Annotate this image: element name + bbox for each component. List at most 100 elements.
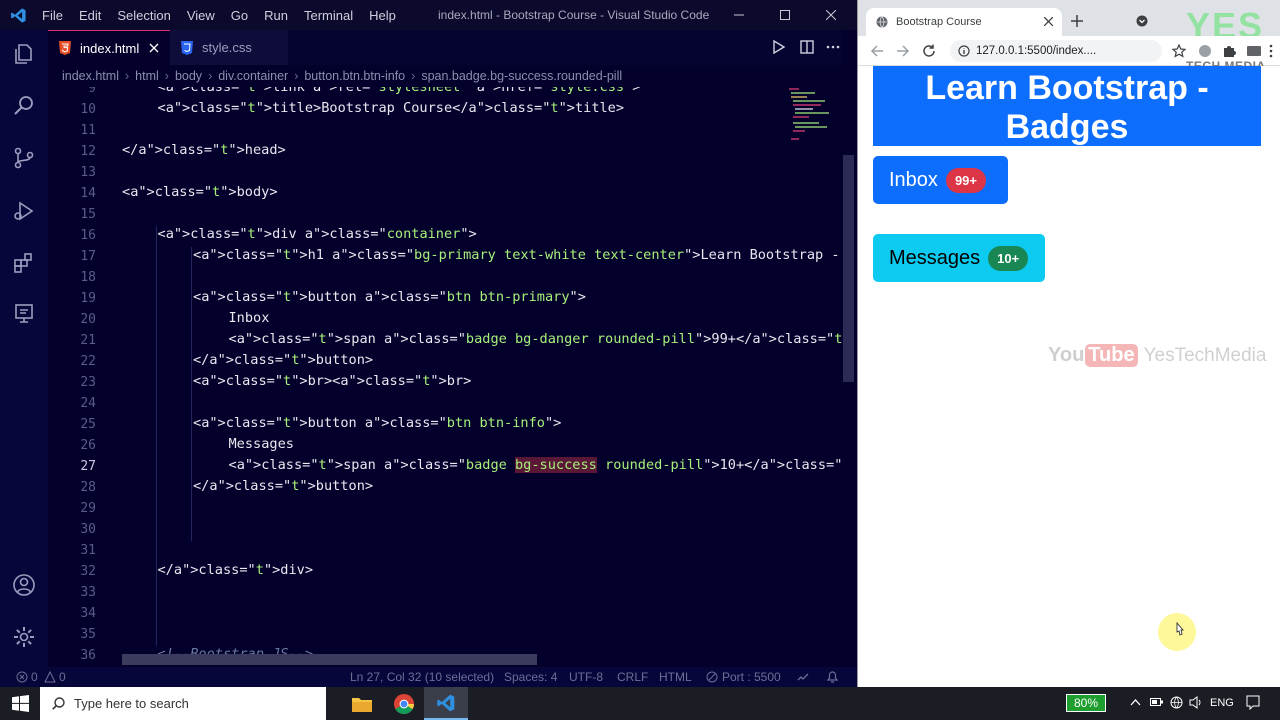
code-line[interactable]: <a">class="t">button a">class="btn btn-p… <box>193 289 586 305</box>
run-icon[interactable] <box>772 40 786 54</box>
minimize-button[interactable] <box>716 0 762 30</box>
source-control-icon[interactable] <box>12 146 36 170</box>
explorer-icon[interactable] <box>12 42 36 66</box>
code-line[interactable]: <a">class="t">title>Bootstrap Course</a"… <box>158 100 625 116</box>
extensions-puzzle-icon[interactable] <box>1222 44 1236 58</box>
feedback-icon[interactable] <box>796 670 810 684</box>
bookmark-star-icon[interactable] <box>1172 44 1186 58</box>
breadcrumb-item[interactable]: span.badge.bg-success.rounded-pill <box>421 69 622 83</box>
line-number: 10 <box>80 102 96 117</box>
input-language[interactable]: ENG <box>1210 697 1234 709</box>
site-info-icon[interactable] <box>958 45 970 57</box>
tab-search-icon[interactable] <box>1136 15 1148 27</box>
line-number: 14 <box>80 186 96 201</box>
end-of-line[interactable]: CRLF <box>617 670 648 684</box>
media-icon[interactable] <box>1246 44 1262 58</box>
inbox-button[interactable]: Inbox 99+ <box>873 156 1008 204</box>
menu-edit[interactable]: Edit <box>71 8 109 23</box>
cursor-position[interactable]: Ln 27, Col 32 (10 selected) <box>350 670 494 684</box>
code-line[interactable]: <a">class="t">br><a">class="t">br> <box>193 373 471 389</box>
horizontal-scrollbar[interactable] <box>122 654 537 665</box>
battery-icon[interactable] <box>1150 697 1163 707</box>
menu-view[interactable]: View <box>179 8 223 23</box>
code-line[interactable]: <a">class="t">h1 a">class="bg-primary te… <box>193 247 843 263</box>
code-line[interactable]: <a">class="t">link a">rel="stylesheet" a… <box>158 87 641 95</box>
live-server-port[interactable]: Port : 5500 <box>722 670 781 684</box>
minimap[interactable] <box>785 87 843 157</box>
warning-icon[interactable] <box>44 671 56 683</box>
volume-icon[interactable] <box>1189 696 1203 709</box>
folder-icon <box>352 697 372 712</box>
address-bar[interactable]: 127.0.0.1:5500/index.... <box>950 40 1162 62</box>
vertical-scrollbar[interactable] <box>843 155 854 382</box>
tab-index-html[interactable]: index.html <box>48 30 170 65</box>
web-page: Learn Bootstrap - Badges Inbox 99+ Messa… <box>858 66 1280 687</box>
code-line[interactable]: <a">class="t">button a">class="btn btn-i… <box>193 415 561 431</box>
extensions-icon[interactable] <box>12 251 36 275</box>
code-line[interactable]: </a">class="t">div> <box>158 562 314 578</box>
code-line[interactable]: </a">class="t">button> <box>193 478 373 494</box>
taskbar-vscode[interactable] <box>424 687 468 720</box>
breadcrumb-item[interactable]: body <box>175 69 202 83</box>
title-bar: File Edit Selection View Go Run Terminal… <box>0 0 857 30</box>
reload-icon[interactable] <box>922 44 936 58</box>
battery-indicator[interactable]: 80% <box>1066 694 1106 712</box>
messages-button[interactable]: Messages 10+ <box>873 234 1045 282</box>
back-arrow-icon[interactable] <box>870 44 884 58</box>
close-tab-icon[interactable] <box>149 43 159 53</box>
error-icon[interactable] <box>16 671 28 683</box>
menu-go[interactable]: Go <box>223 8 256 23</box>
indentation[interactable]: Spaces: 4 <box>504 670 557 684</box>
code-line[interactable]: </a">class="t">head> <box>122 142 286 158</box>
language-mode[interactable]: HTML <box>659 670 692 684</box>
notifications-icon[interactable] <box>1246 695 1260 710</box>
code-line[interactable]: <a">class="t">span a">class="badge bg-da… <box>229 331 844 347</box>
line-number: 32 <box>80 564 96 579</box>
breadcrumb-item[interactable]: html <box>135 69 159 83</box>
code-editor[interactable]: 9 <a">class="t">link a">rel="stylesheet" … <box>48 87 843 667</box>
remote-explorer-icon[interactable] <box>12 302 36 326</box>
notifications-bell-icon[interactable] <box>826 670 839 684</box>
close-tab-icon[interactable] <box>1044 17 1053 26</box>
menu-run[interactable]: Run <box>256 8 296 23</box>
code-line[interactable]: Inbox <box>229 310 270 326</box>
taskbar-file-explorer[interactable] <box>340 687 384 720</box>
windows-start-icon[interactable] <box>12 695 29 712</box>
code-line[interactable]: <a">class="t">div a">class="container"> <box>158 226 477 242</box>
account-icon[interactable] <box>12 573 36 597</box>
run-debug-icon[interactable] <box>12 199 36 223</box>
close-window-button[interactable] <box>808 0 854 30</box>
line-number: 36 <box>80 648 96 663</box>
profile-icon[interactable] <box>1198 44 1212 58</box>
network-globe-icon[interactable] <box>1170 696 1183 709</box>
maximize-button[interactable] <box>762 0 808 30</box>
split-editor-icon[interactable] <box>800 40 814 54</box>
chrome-icon <box>394 693 414 714</box>
browser-window: Bootstrap Course YES TECH MEDIA 127.0.0.… <box>857 0 1280 687</box>
code-line[interactable]: Messages <box>229 436 294 452</box>
new-tab-icon[interactable] <box>1071 15 1083 27</box>
line-number: 25 <box>80 417 96 432</box>
vscode-logo-icon <box>11 8 26 23</box>
chevron-up-icon[interactable] <box>1130 698 1141 706</box>
code-line[interactable]: <a">class="t">span a">class="badge bg-su… <box>229 457 843 473</box>
menu-help[interactable]: Help <box>361 8 404 23</box>
code-line[interactable]: </a">class="t">button> <box>193 352 373 368</box>
browser-menu-icon[interactable] <box>1268 44 1274 58</box>
taskbar-search-box[interactable]: Type here to search <box>40 687 326 720</box>
taskbar-chrome[interactable] <box>382 687 426 720</box>
tab-style-css[interactable]: style.css <box>170 30 288 65</box>
forward-arrow-icon[interactable] <box>896 44 910 58</box>
browser-tab[interactable]: Bootstrap Course <box>866 8 1062 36</box>
settings-gear-icon[interactable] <box>12 625 36 649</box>
encoding[interactable]: UTF-8 <box>569 670 603 684</box>
menu-terminal[interactable]: Terminal <box>296 8 361 23</box>
breadcrumb-item[interactable]: index.html <box>62 69 119 83</box>
menu-selection[interactable]: Selection <box>109 8 178 23</box>
code-line[interactable]: <a">class="t">body> <box>122 184 278 200</box>
menu-file[interactable]: File <box>34 8 71 23</box>
search-icon[interactable] <box>12 93 36 117</box>
more-actions-icon[interactable] <box>826 40 840 54</box>
breadcrumb-item[interactable]: div.container <box>218 69 288 83</box>
breadcrumb-item[interactable]: button.btn.btn-info <box>304 69 405 83</box>
